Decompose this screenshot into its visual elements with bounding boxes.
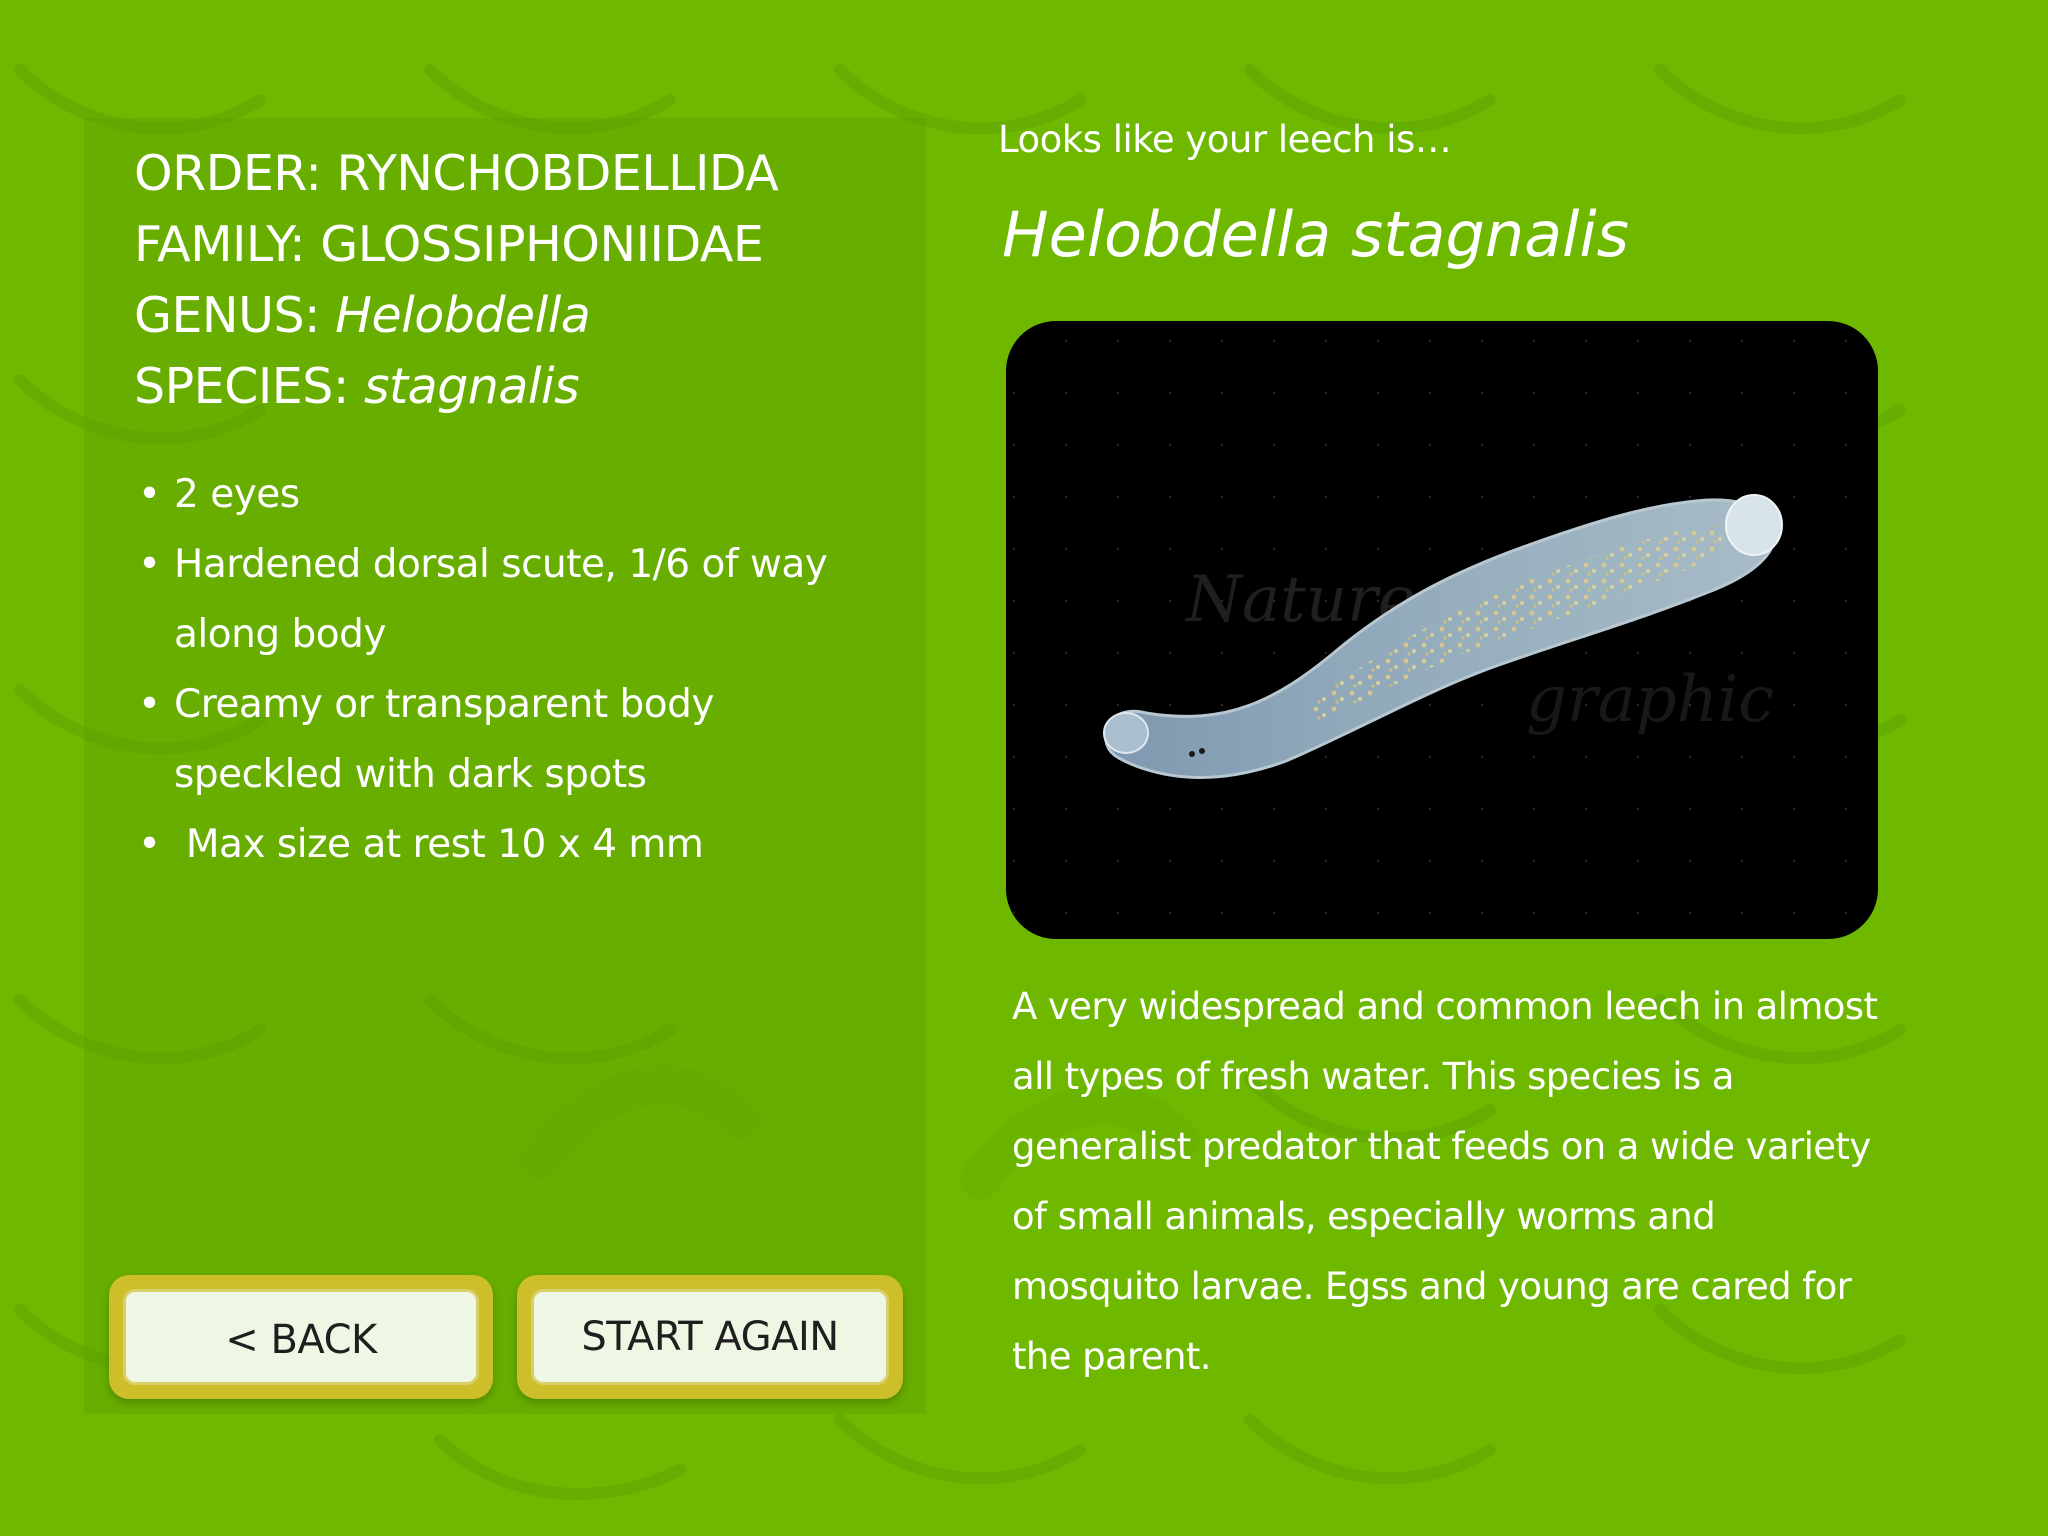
svg-text:graphic: graphic [1526, 663, 1774, 737]
species-row: SPECIES: stagnalis [134, 351, 894, 422]
trait-item: • Max size at rest 10 x 4 mm [138, 810, 858, 880]
bullet: • [138, 542, 161, 587]
result-intro: Looks like your leech is… [998, 118, 1452, 161]
genus-value: Helobdella [335, 287, 591, 344]
bullet: • [138, 822, 161, 867]
family-row: FAMILY: GLOSSIPHONIIDAE [134, 209, 894, 280]
leech-photo: Nature graphic [1006, 321, 1878, 939]
genus-label: GENUS: [134, 287, 336, 344]
order-value: RYNCHOBDELLIDA [336, 145, 779, 202]
back-button[interactable]: < BACK [109, 1275, 493, 1399]
traits-list: • 2 eyes • Hardened dorsal scute, 1/6 of… [138, 460, 858, 880]
trait-text: Max size at rest 10 x 4 mm [174, 822, 704, 867]
trait-item: • Creamy or transparent body speckled wi… [138, 670, 858, 810]
trait-text: Hardened dorsal scute, 1/6 of way along … [174, 542, 828, 657]
family-value: GLOSSIPHONIIDAE [320, 216, 764, 273]
taxonomy-block: ORDER: RYNCHOBDELLIDA FAMILY: GLOSSIPHON… [134, 138, 894, 422]
species-title: Helobdella stagnalis [1002, 198, 1629, 271]
back-button-label: < BACK [123, 1289, 479, 1385]
order-row: ORDER: RYNCHOBDELLIDA [134, 138, 894, 209]
order-label: ORDER: [134, 145, 337, 202]
species-value: stagnalis [363, 358, 580, 415]
family-label: FAMILY: [134, 216, 321, 273]
genus-row: GENUS: Helobdella [134, 280, 894, 351]
trait-item: • 2 eyes [138, 460, 858, 530]
bullet: • [138, 682, 161, 727]
leech-photo-icon: Nature graphic [1006, 321, 1878, 939]
trait-item: • Hardened dorsal scute, 1/6 of way alon… [138, 530, 858, 670]
start-again-button[interactable]: START AGAIN [517, 1275, 903, 1399]
trait-text: Creamy or transparent body speckled with… [174, 682, 715, 797]
trait-text: 2 eyes [174, 472, 300, 517]
species-description: A very widespread and common leech in al… [1012, 985, 1878, 1378]
species-label: SPECIES: [134, 358, 364, 415]
bullet: • [138, 472, 161, 517]
start-again-button-label: START AGAIN [531, 1289, 889, 1385]
